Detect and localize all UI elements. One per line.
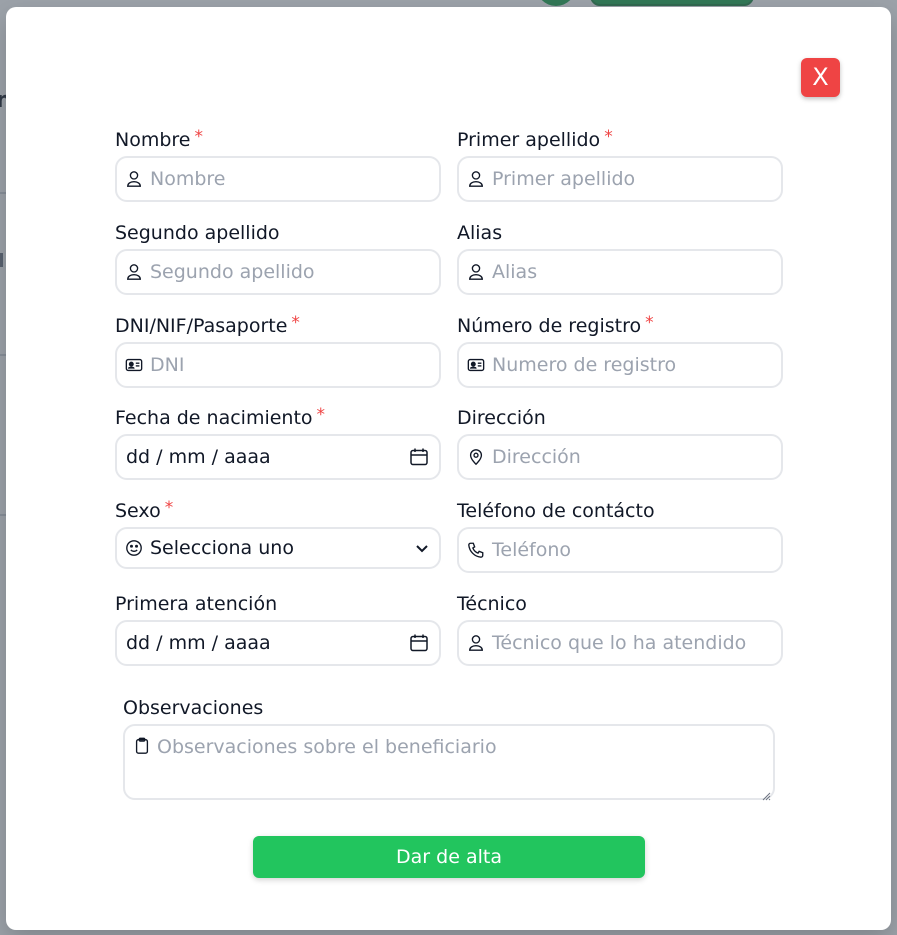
- dar-de-alta-button[interactable]: Dar de alta: [253, 836, 645, 878]
- direccion-field: Dirección Dirección: [457, 406, 783, 480]
- telefono-label: Teléfono de contácto: [457, 500, 655, 522]
- tecnico-placeholder: Técnico que lo ha atendido: [492, 632, 747, 654]
- user-icon: [125, 170, 143, 188]
- tecnico-label: Técnico: [457, 593, 527, 615]
- sexo-label: Sexo *: [115, 498, 174, 522]
- required-asterisk: *: [645, 313, 654, 333]
- registro-field: Número de registro * Numero de registro: [457, 313, 783, 388]
- required-asterisk: *: [164, 498, 174, 518]
- fecha-nacimiento-label: Fecha de nacimiento *: [115, 405, 326, 429]
- user-icon: [467, 634, 485, 652]
- nombre-input[interactable]: Nombre: [115, 156, 441, 202]
- sexo-selected-value: Selecciona uno: [150, 537, 294, 559]
- dni-label: DNI/NIF/Pasaporte *: [115, 313, 300, 337]
- primera-atencion-input[interactable]: dd / mm / aaaa: [115, 620, 441, 666]
- segundo-apellido-input[interactable]: Segundo apellido: [115, 249, 441, 295]
- primer-apellido-field: Primer apellido * Primer apellido: [457, 127, 783, 202]
- fecha-nacimiento-field: Fecha de nacimiento * dd / mm / aaaa: [115, 405, 441, 480]
- primera-atencion-field: Primera atención dd / mm / aaaa: [115, 592, 441, 666]
- dni-field: DNI/NIF/Pasaporte * DNI: [115, 313, 441, 388]
- tecnico-field: Técnico Técnico que lo ha atendido: [457, 592, 783, 666]
- registro-input[interactable]: Numero de registro: [457, 342, 783, 388]
- alias-field: Alias Alias: [457, 221, 783, 295]
- fecha-nacimiento-input[interactable]: dd / mm / aaaa: [115, 434, 441, 480]
- close-button[interactable]: X: [801, 58, 840, 97]
- observaciones-label: Observaciones: [123, 697, 264, 719]
- id-card-icon: [467, 356, 485, 374]
- segundo-apellido-placeholder: Segundo apellido: [150, 261, 315, 283]
- tecnico-input[interactable]: Técnico que lo ha atendido: [457, 620, 783, 666]
- sexo-field: Sexo * Selecciona uno: [115, 498, 441, 569]
- registro-placeholder: Numero de registro: [492, 354, 677, 376]
- new-beneficiary-modal: X Nombre * Nombre Primer apellido * Primer…: [6, 7, 891, 930]
- direccion-label: Dirección: [457, 407, 546, 429]
- required-asterisk: *: [604, 127, 613, 147]
- registro-label: Número de registro *: [457, 313, 654, 337]
- dni-placeholder: DNI: [150, 354, 185, 376]
- primer-apellido-label: Primer apellido *: [457, 127, 613, 151]
- observaciones-placeholder: Observaciones sobre el beneficiario: [157, 736, 497, 758]
- direccion-input[interactable]: Dirección: [457, 434, 783, 480]
- fecha-nacimiento-value: dd / mm / aaaa: [126, 446, 271, 468]
- calendar-icon[interactable]: [409, 447, 429, 467]
- user-icon: [467, 263, 485, 281]
- dni-input[interactable]: DNI: [115, 342, 441, 388]
- nombre-label: Nombre *: [115, 127, 204, 151]
- alias-label: Alias: [457, 222, 503, 244]
- segundo-apellido-field: Segundo apellido Segundo apellido: [115, 221, 441, 295]
- required-asterisk: *: [291, 313, 300, 333]
- user-icon: [125, 263, 143, 281]
- segundo-apellido-label: Segundo apellido: [115, 222, 280, 244]
- alias-placeholder: Alias: [492, 261, 538, 283]
- nombre-field: Nombre * Nombre: [115, 127, 441, 202]
- primer-apellido-input[interactable]: Primer apellido: [457, 156, 783, 202]
- smile-icon: [125, 539, 143, 557]
- required-asterisk: *: [194, 127, 204, 147]
- chevron-down-icon: [415, 539, 429, 557]
- telefono-input[interactable]: Teléfono: [457, 527, 783, 573]
- sexo-select[interactable]: Selecciona uno: [115, 527, 441, 569]
- calendar-icon[interactable]: [409, 633, 429, 653]
- resize-handle[interactable]: [761, 786, 771, 801]
- clipboard-icon: [133, 737, 151, 755]
- telefono-placeholder: Teléfono: [492, 539, 572, 561]
- required-asterisk: *: [316, 405, 326, 425]
- id-card-icon: [125, 356, 143, 374]
- observaciones-textarea[interactable]: Observaciones sobre el beneficiario: [123, 724, 775, 801]
- user-icon: [467, 170, 485, 188]
- telefono-field: Teléfono de contácto Teléfono: [457, 499, 783, 573]
- map-pin-icon: [467, 448, 485, 466]
- observaciones-field: Observaciones Observaciones sobre el ben…: [123, 696, 775, 801]
- primera-atencion-label: Primera atención: [115, 593, 278, 615]
- primer-apellido-placeholder: Primer apellido: [492, 168, 636, 190]
- phone-icon: [467, 541, 485, 559]
- primera-atencion-value: dd / mm / aaaa: [126, 632, 271, 654]
- nombre-placeholder: Nombre: [150, 168, 226, 190]
- alias-input[interactable]: Alias: [457, 249, 783, 295]
- direccion-placeholder: Dirección: [492, 446, 581, 468]
